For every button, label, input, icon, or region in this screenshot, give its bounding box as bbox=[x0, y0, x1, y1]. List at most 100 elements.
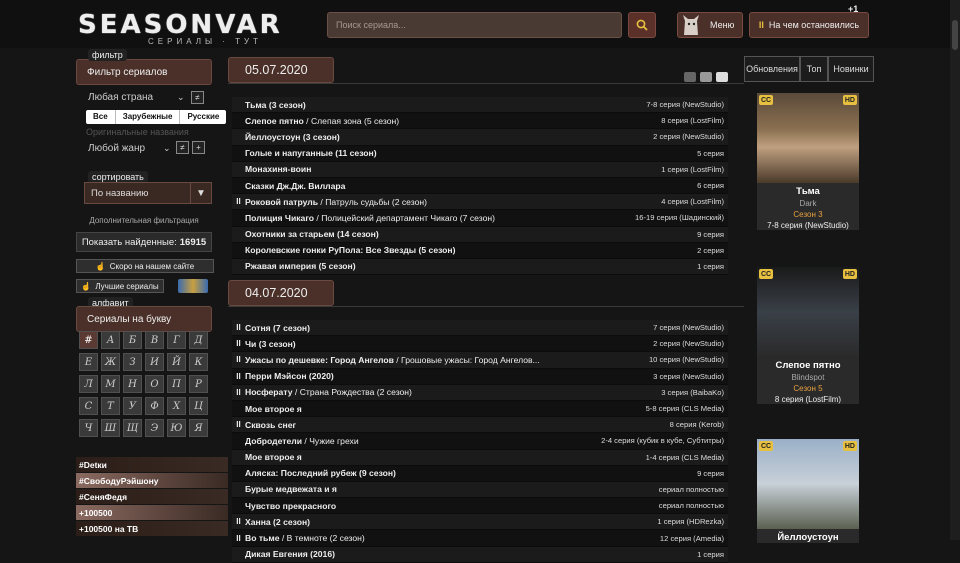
letter-button[interactable]: А bbox=[101, 331, 120, 349]
tab-new[interactable]: Новинки bbox=[828, 56, 874, 82]
letter-button[interactable]: К bbox=[189, 353, 208, 371]
country-russian-button[interactable]: Русские bbox=[180, 110, 226, 124]
letter-button[interactable]: Н bbox=[123, 375, 142, 393]
episode-row[interactable]: Бурые медвежата и я сериал полностью bbox=[232, 481, 728, 499]
letter-button[interactable]: Щ bbox=[123, 419, 142, 437]
date-tab[interactable]: 04.07.2020 bbox=[228, 280, 334, 306]
letter-button[interactable]: В bbox=[145, 331, 164, 349]
episode-row[interactable]: II Во тьме / В темноте (2 сезон) 12 серия … bbox=[232, 530, 728, 547]
search-input[interactable] bbox=[327, 12, 622, 38]
hashtag-link[interactable]: #СеняФедя bbox=[76, 489, 228, 504]
country-exclude-button[interactable]: ≠ bbox=[191, 91, 204, 104]
letter-button[interactable]: З bbox=[123, 353, 142, 371]
letter-button[interactable]: Г bbox=[167, 331, 186, 349]
hashtag-link[interactable]: #Detки bbox=[76, 457, 228, 472]
letter-button[interactable]: Я bbox=[189, 419, 208, 437]
letter-button[interactable]: Л bbox=[79, 375, 98, 393]
letter-button[interactable]: Ж bbox=[101, 353, 120, 371]
view-toggle-2[interactable] bbox=[700, 72, 712, 82]
hashtag-link[interactable]: +100500 bbox=[76, 505, 228, 520]
letter-button[interactable]: М bbox=[101, 375, 120, 393]
series-title: Голые и напуганные (11 сезон) bbox=[245, 148, 377, 159]
episode-row[interactable]: II Сквозь снег 8 серия (Kerob) bbox=[232, 417, 728, 434]
best-series-button[interactable]: ☝ Лучшие сериалы bbox=[76, 279, 164, 293]
letter-button[interactable]: Ц bbox=[189, 397, 208, 415]
promo-icon[interactable] bbox=[178, 279, 208, 293]
episode-row[interactable]: Мое второе я 5-8 серия (CLS Media) bbox=[232, 400, 728, 418]
country-foreign-button[interactable]: Зарубежные bbox=[116, 110, 181, 124]
series-title: Перри Мэйсон (2020) bbox=[245, 371, 334, 382]
episode-row[interactable]: Ржавая империя (5 сезон) 1 серия bbox=[232, 258, 728, 276]
series-card[interactable]: CC HD Йеллоустоун bbox=[757, 439, 859, 543]
episode-row[interactable]: Королевские гонки РуПола: Все Звезды (5 … bbox=[232, 242, 728, 259]
letter-button[interactable]: Е bbox=[79, 353, 98, 371]
episode-row[interactable]: II Ханна (2 сезон) 1 серия (HDRezka) bbox=[232, 514, 728, 531]
series-card[interactable]: CC HD Слепое пятно Blindspot Сезон 5 8 серия … bbox=[757, 267, 859, 404]
page-scrollbar[interactable] bbox=[950, 0, 960, 540]
episode-row[interactable]: Аляска: Последний рубеж (9 сезон) 9 серия bbox=[232, 465, 728, 482]
tab-updates[interactable]: Обновления bbox=[744, 56, 800, 82]
sort-select[interactable]: По названию ▼ bbox=[84, 182, 212, 204]
episode-row[interactable]: Тьма (3 сезон) 7-8 серия (NewStudio) bbox=[232, 97, 728, 114]
view-toggle-1[interactable] bbox=[684, 72, 696, 82]
episode-row[interactable]: Слепое пятно / Слепая зона (5 сезон) 8 се… bbox=[232, 113, 728, 130]
continue-watching-button[interactable]: II На чем остановились bbox=[749, 12, 869, 38]
letter-button[interactable]: И bbox=[145, 353, 164, 371]
letter-button[interactable]: Ш bbox=[101, 419, 120, 437]
episode-row[interactable]: Голые и напуганные (11 сезон) 5 серия bbox=[232, 145, 728, 162]
episode-row[interactable]: Сказки Дж.Дж. Виллара 6 серия bbox=[232, 177, 728, 195]
extra-filter-link[interactable]: Дополнительная фильтрация bbox=[76, 216, 212, 225]
letter-button[interactable]: Й bbox=[167, 353, 186, 371]
country-select[interactable]: Любая страна bbox=[88, 92, 153, 103]
letter-button[interactable]: Ч bbox=[79, 419, 98, 437]
genre-add-button[interactable]: + bbox=[192, 141, 205, 154]
episode-row[interactable]: II Ужасы по дешевке: Город Ангелов / Грош… bbox=[232, 352, 728, 369]
poster-image[interactable]: CC HD bbox=[757, 439, 859, 529]
letter-button[interactable]: С bbox=[79, 397, 98, 415]
hashtag-link[interactable]: #СвободуРэйшону bbox=[76, 473, 228, 488]
genre-exclude-button[interactable]: ≠ bbox=[176, 141, 189, 154]
letter-button[interactable]: Р bbox=[189, 375, 208, 393]
scroll-thumb[interactable] bbox=[952, 20, 958, 50]
episode-row[interactable]: Чувство прекрасного сериал полностью bbox=[232, 498, 728, 515]
coming-soon-button[interactable]: ☝ Скоро на нашем сайте bbox=[76, 259, 214, 273]
episode-row[interactable]: Охотники за старьем (14 сезон) 9 серия bbox=[232, 226, 728, 243]
letter-button[interactable]: Х bbox=[167, 397, 186, 415]
letter-button[interactable]: Т bbox=[101, 397, 120, 415]
original-names-checkbox[interactable]: Оригинальные названия bbox=[86, 127, 189, 137]
episode-info: 3 серия (BaibaKo) bbox=[661, 387, 724, 397]
letter-button[interactable]: У bbox=[123, 397, 142, 415]
episode-row[interactable]: Йеллоустоун (3 сезон) 2 серия (NewStudio) bbox=[232, 129, 728, 146]
close-icon[interactable] bbox=[716, 72, 728, 82]
site-logo[interactable]: SEASONVAR СЕРИАЛЫ · ТУТ bbox=[78, 10, 310, 46]
menu-button[interactable]: Меню bbox=[677, 12, 743, 38]
search-button[interactable] bbox=[628, 12, 656, 38]
letter-button[interactable]: Ю bbox=[167, 419, 186, 437]
genre-select[interactable]: Любой жанр bbox=[88, 143, 145, 154]
episode-row[interactable]: Мое второе я 1-4 серия (CLS Media) bbox=[232, 449, 728, 466]
tab-top[interactable]: Топ bbox=[800, 56, 828, 82]
letter-button[interactable]: # bbox=[79, 331, 98, 349]
hashtag-link[interactable]: +100500 на ТВ bbox=[76, 521, 228, 536]
poster-image[interactable]: CC HD bbox=[757, 267, 859, 357]
country-all-button[interactable]: Все bbox=[86, 110, 116, 124]
episode-row[interactable]: Монахиня-воин 1 серия (LostFilm) bbox=[232, 161, 728, 178]
episode-row[interactable]: II Сотня (7 сезон) 7 серия (NewStudio) bbox=[232, 320, 728, 337]
episode-row[interactable]: II Носферату / Страна Рождества (2 сезон)… bbox=[232, 384, 728, 401]
episode-row[interactable]: II Роковой патруль / Патруль судьбы (2 се… bbox=[232, 194, 728, 211]
episode-row[interactable]: II Перри Мэйсон (2020) 3 серия (NewStudio) bbox=[232, 368, 728, 385]
letter-button[interactable]: Ф bbox=[145, 397, 164, 415]
letter-button[interactable]: Д bbox=[189, 331, 208, 349]
letter-button[interactable]: Б bbox=[123, 331, 142, 349]
episode-row[interactable]: II Чи (3 сезон) 2 серия (NewStudio) bbox=[232, 336, 728, 353]
date-tab[interactable]: 05.07.2020 bbox=[228, 57, 334, 83]
letter-button[interactable]: Э bbox=[145, 419, 164, 437]
episode-row[interactable]: Полиция Чикаго / Полицейский департамент… bbox=[232, 210, 728, 227]
show-found-button[interactable]: Показать найденные: 16915 bbox=[76, 232, 212, 252]
letter-button[interactable]: О bbox=[145, 375, 164, 393]
letter-button[interactable]: П bbox=[167, 375, 186, 393]
series-card[interactable]: CC HD Тьма Dark Сезон 3 7-8 серия (NewStudio) bbox=[757, 93, 859, 230]
episode-row[interactable]: Дикая Евгения (2016) 1 серия bbox=[232, 546, 728, 563]
poster-image[interactable]: CC HD bbox=[757, 93, 859, 183]
episode-row[interactable]: Добродетели / Чужие грехи 2-4 серия (куби… bbox=[232, 433, 728, 450]
